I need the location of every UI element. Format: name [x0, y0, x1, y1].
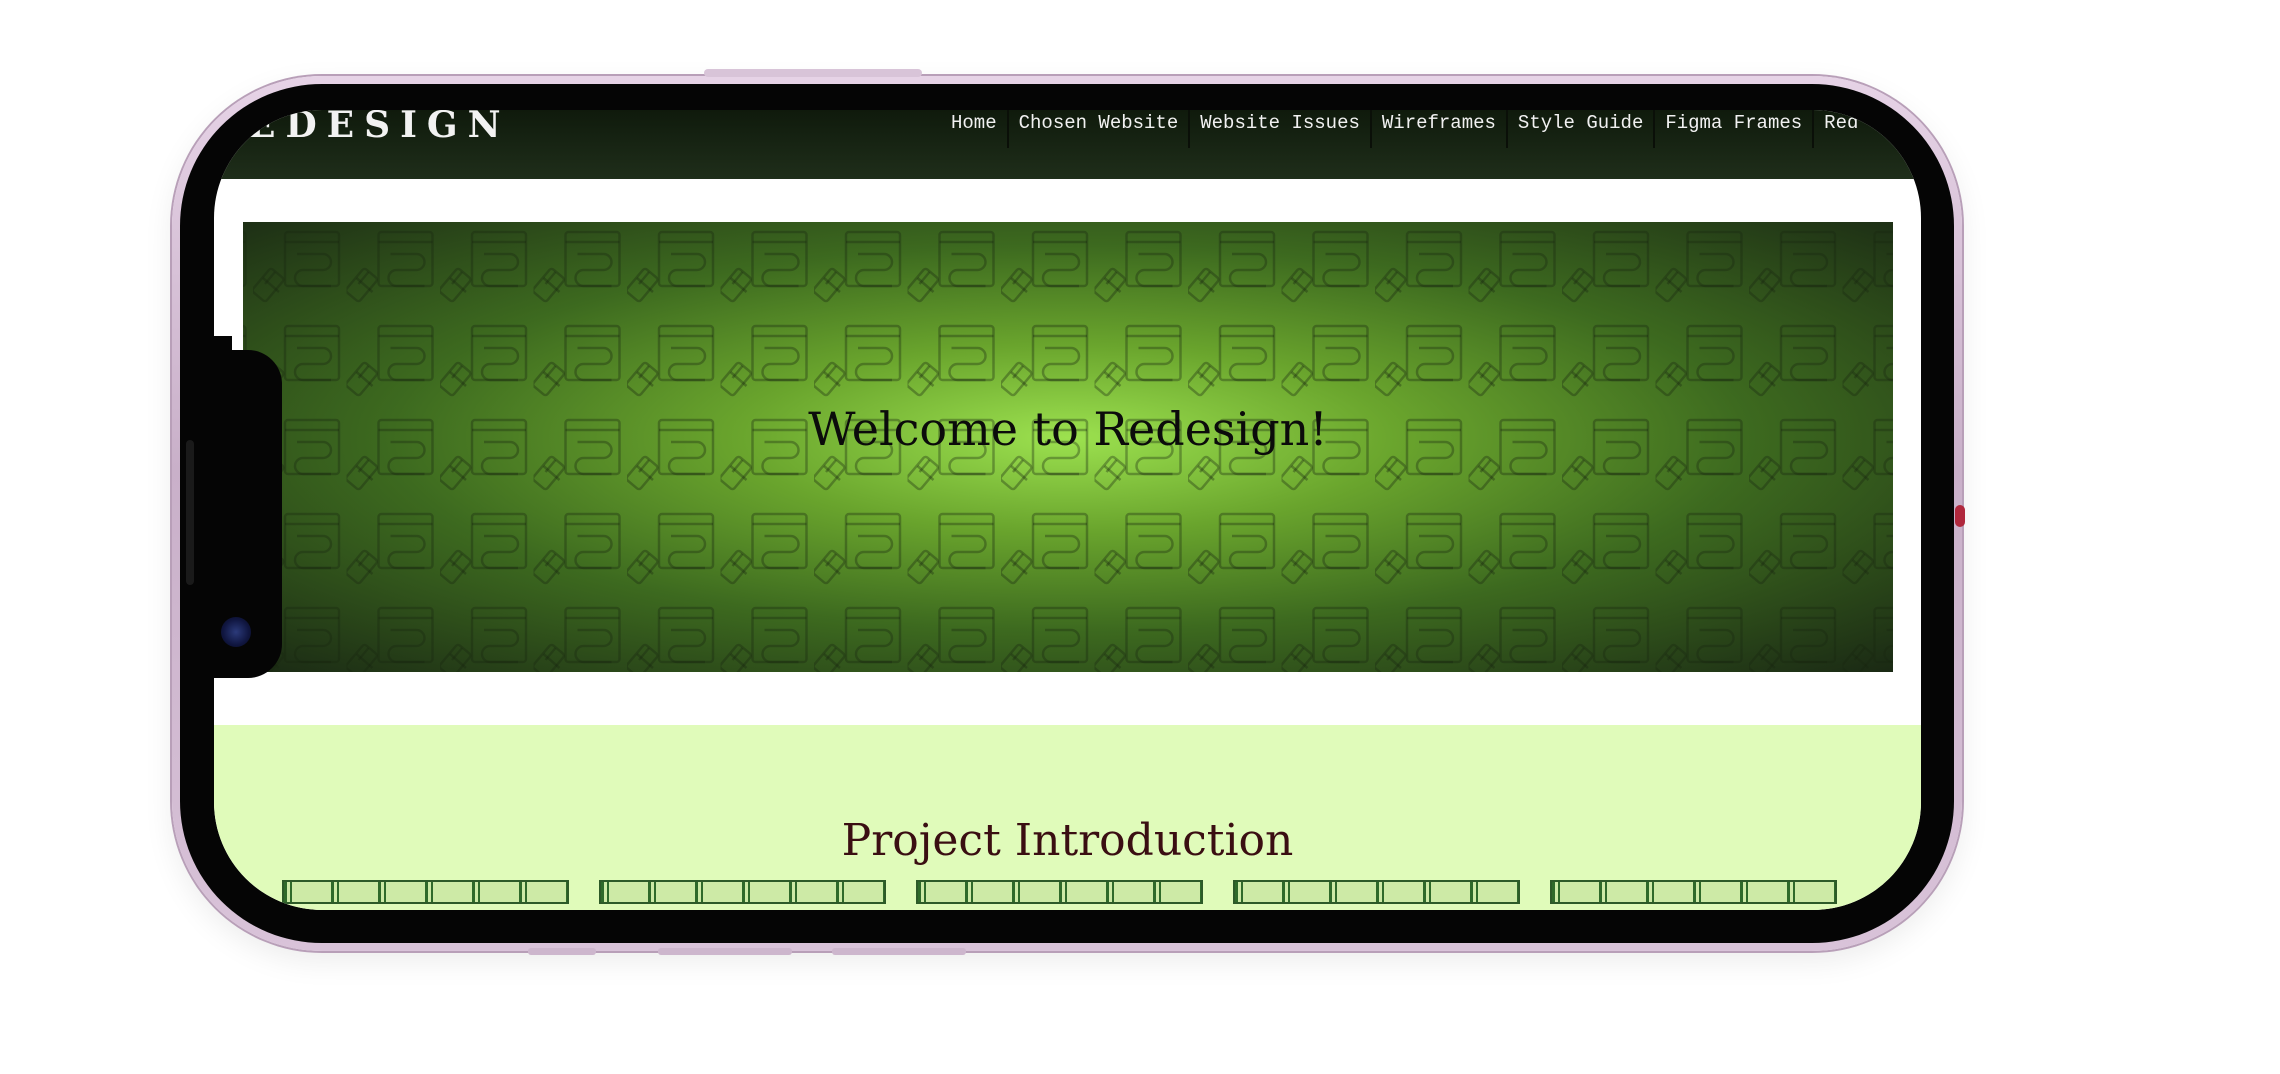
decorative-strip: [1233, 880, 1520, 904]
nav-menu: Home Chosen Website Website Issues Wiref…: [941, 110, 1868, 148]
phone-bottom-button-3: [832, 948, 966, 955]
decorative-strip: [599, 880, 886, 904]
nav-item-website-issues[interactable]: Website Issues: [1190, 110, 1372, 148]
decorative-strip: [1550, 880, 1837, 904]
nav-item-chosen-website[interactable]: Chosen Website: [1009, 110, 1191, 148]
decorative-strip: [916, 880, 1203, 904]
phone-volume-button: [186, 440, 194, 585]
hero-banner: Welcome to Redesign!: [243, 222, 1893, 672]
nav-item-wireframes[interactable]: Wireframes: [1372, 110, 1508, 148]
nav-item-redesign[interactable]: Red: [1814, 110, 1868, 148]
phone-bottom-button-2: [658, 948, 792, 955]
site-logo[interactable]: EDESIGN: [248, 110, 511, 143]
decorative-strip: [282, 880, 569, 904]
phone-bottom-button-1: [528, 948, 596, 955]
hero-title: Welcome to Redesign!: [808, 402, 1328, 456]
phone-screen: EDESIGN Home Chosen Website Website Issu…: [214, 110, 1921, 910]
nav-item-style-guide[interactable]: Style Guide: [1508, 110, 1656, 148]
nav-item-home[interactable]: Home: [941, 110, 1009, 148]
phone-power-indicator: [1955, 505, 1965, 527]
section-title: Project Introduction: [841, 815, 1294, 866]
phone-top-button: [704, 69, 922, 77]
site-navbar: EDESIGN Home Chosen Website Website Issu…: [214, 110, 1921, 179]
nav-item-figma-frames[interactable]: Figma Frames: [1655, 110, 1815, 148]
decorative-strip-row: [282, 880, 1837, 904]
front-camera-icon: [221, 617, 251, 647]
project-introduction-section: Project Introduction: [214, 725, 1921, 910]
